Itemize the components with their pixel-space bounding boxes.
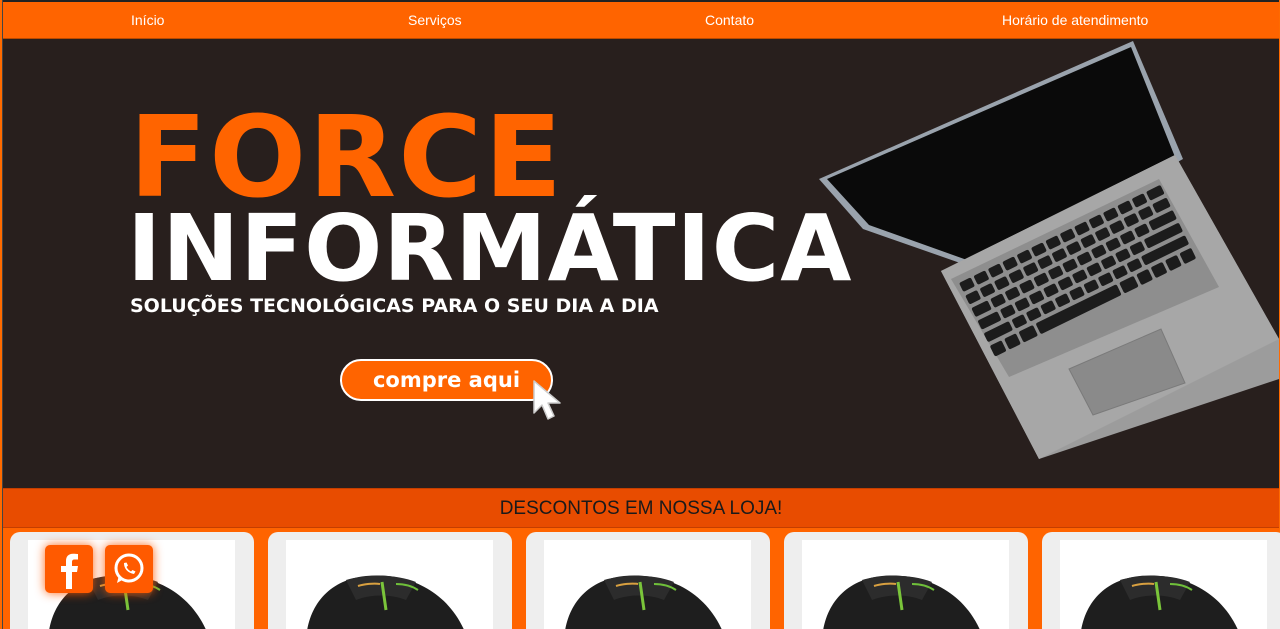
products-row	[3, 528, 1280, 629]
product-image	[286, 540, 493, 629]
whatsapp-button[interactable]	[105, 545, 153, 593]
gaming-mouse-icon	[1081, 575, 1238, 629]
nav-item-horario[interactable]: Horário de atendimento	[1002, 12, 1148, 28]
page: Início Serviços Contato Horário de atend…	[2, 0, 1280, 629]
gaming-mouse-icon	[823, 575, 980, 629]
nav-item-inicio[interactable]: Início	[131, 12, 164, 28]
product-image	[802, 540, 1009, 629]
hero-section: FORCE INFORMÁTICA SOLUÇÕES TECNOLÓGICAS …	[3, 39, 1279, 488]
hero-title-informatica: INFORMÁTICA	[127, 195, 853, 302]
compre-aqui-button[interactable]: compre aqui	[340, 359, 553, 401]
product-image	[544, 540, 751, 629]
product-card[interactable]	[268, 532, 512, 629]
product-card[interactable]	[526, 532, 770, 629]
whatsapp-icon	[114, 553, 144, 583]
pointer-cursor-icon	[533, 380, 561, 420]
facebook-icon	[61, 553, 78, 589]
gaming-mouse-icon	[565, 575, 722, 629]
top-nav: Início Serviços Contato Horário de atend…	[3, 0, 1279, 39]
discount-banner: DESCONTOS EM NOSSA LOJA!	[3, 488, 1279, 528]
gaming-mouse-icon	[307, 575, 464, 629]
product-card[interactable]	[1042, 532, 1280, 629]
laptop-image	[819, 41, 1279, 459]
hero-subtitle: SOLUÇÕES TECNOLÓGICAS PARA O SEU DIA A D…	[130, 295, 659, 317]
discount-banner-text: DESCONTOS EM NOSSA LOJA!	[499, 498, 783, 519]
product-card[interactable]	[784, 532, 1028, 629]
product-image	[1060, 540, 1267, 629]
nav-item-servicos[interactable]: Serviços	[408, 12, 462, 28]
facebook-button[interactable]	[45, 545, 93, 593]
nav-item-contato[interactable]: Contato	[705, 12, 754, 28]
